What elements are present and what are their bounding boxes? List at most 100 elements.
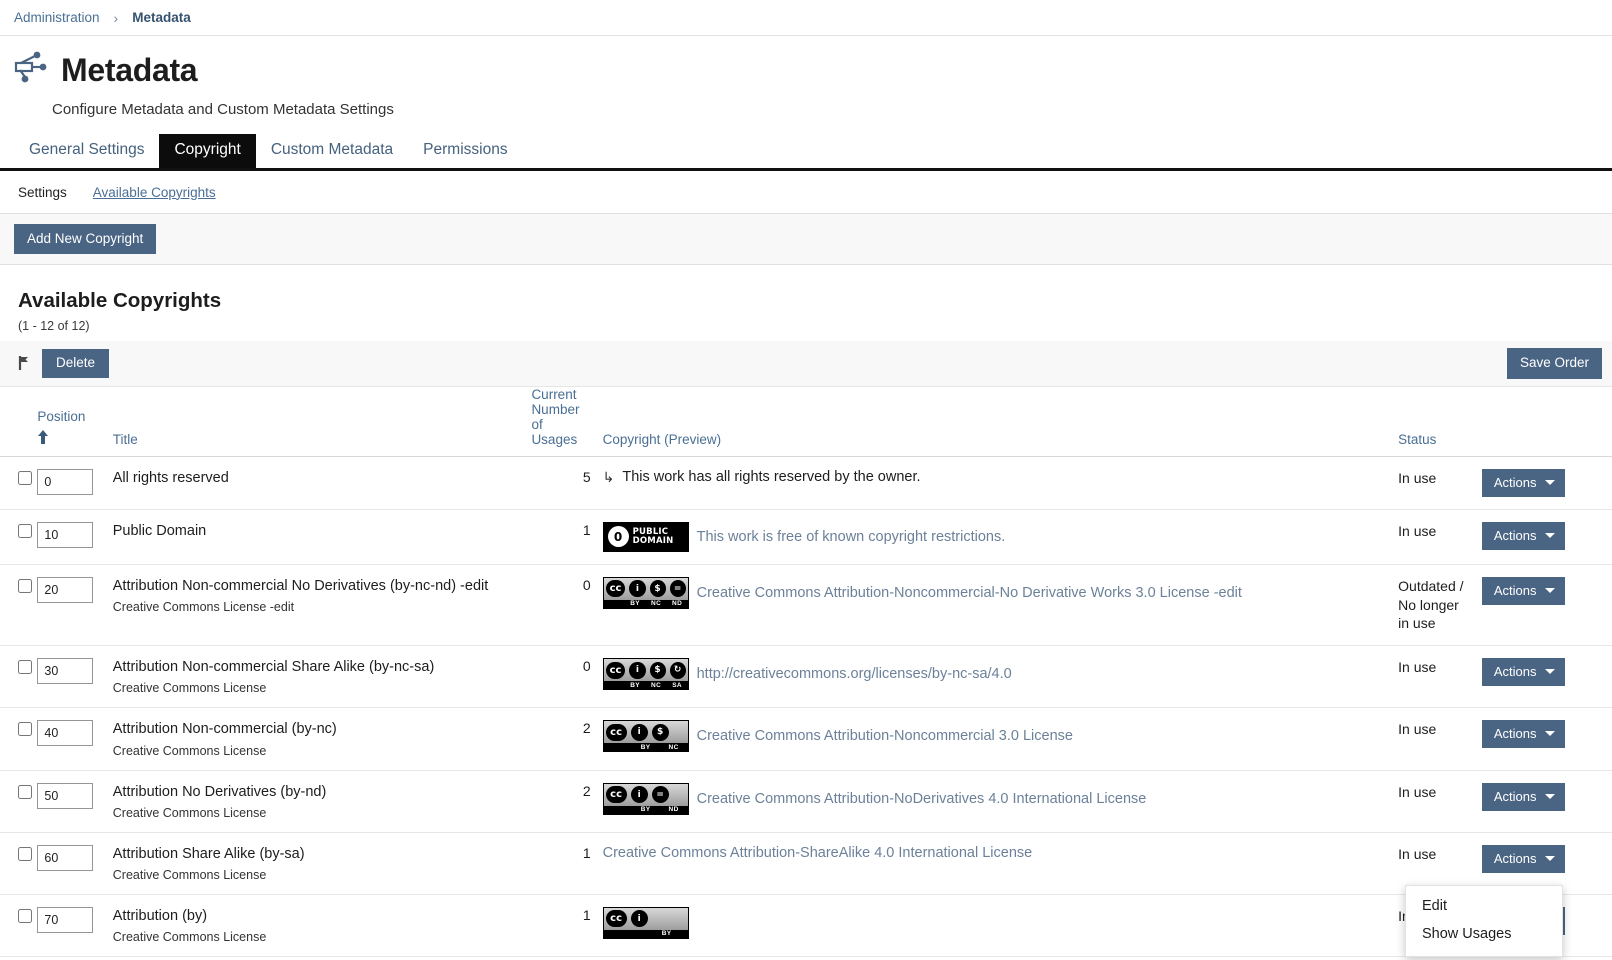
status-badge: Outdated / No longer in use: [1398, 577, 1470, 634]
position-input[interactable]: [37, 522, 93, 548]
breadcrumb-item-administration[interactable]: Administration: [14, 10, 100, 25]
position-input[interactable]: [37, 577, 93, 603]
preview-content: cci$BYNC Creative Commons Attribution-Non…: [603, 720, 1387, 752]
title-cell: Attribution (by)Creative Commons License: [107, 894, 526, 956]
preview-link[interactable]: Creative Commons Attribution-ShareAlike …: [603, 845, 1033, 861]
position-input[interactable]: [37, 907, 93, 933]
actions-button[interactable]: Actions: [1482, 845, 1565, 873]
table-row: Attribution Non-commercial (by-nc)Creati…: [0, 708, 1612, 770]
preview-cell: cciBY: [597, 894, 1393, 956]
usage-count: 2: [583, 720, 591, 736]
position-input[interactable]: [37, 783, 93, 809]
actions-button[interactable]: Actions: [1482, 522, 1565, 550]
move-arrow-icon[interactable]: [18, 355, 32, 371]
column-header-preview[interactable]: Copyright (Preview): [597, 387, 1393, 457]
preview-link[interactable]: Creative Commons Attribution-Noncommerci…: [697, 728, 1073, 744]
table-row: Attribution Non-commercial No Derivative…: [0, 564, 1612, 646]
add-new-copyright-button[interactable]: Add New Copyright: [14, 224, 156, 255]
column-header-position[interactable]: Position: [31, 387, 106, 457]
column-header-status[interactable]: Status: [1392, 387, 1476, 457]
dropdown-item-edit[interactable]: Edit: [1406, 892, 1562, 920]
position-cell: [31, 646, 106, 708]
row-select-checkbox[interactable]: [18, 909, 32, 923]
preview-content: cci=BYNDCreative Commons Attribution-NoD…: [603, 783, 1387, 815]
preview-content: cci$↻BYNCSAhttp://creativecommons.org/li…: [603, 658, 1387, 690]
share-nodes-icon: [14, 50, 48, 89]
position-cell: [31, 456, 106, 509]
status-cell: In use: [1392, 708, 1476, 770]
tab-custom-metadata[interactable]: Custom Metadata: [256, 134, 408, 168]
actions-button[interactable]: Actions: [1482, 577, 1565, 605]
column-header-title[interactable]: Title: [107, 387, 526, 457]
position-input[interactable]: [37, 845, 93, 871]
actions-cell: Actions: [1476, 708, 1612, 770]
status-badge: In use: [1398, 845, 1470, 864]
row-select-checkbox[interactable]: [18, 785, 32, 799]
preview-cell: Creative Commons Attribution-ShareAlike …: [597, 832, 1393, 894]
actions-button[interactable]: Actions: [1482, 720, 1565, 748]
toolbar: Add New Copyright: [0, 214, 1612, 266]
row-select-checkbox[interactable]: [18, 524, 32, 538]
subtab-settings[interactable]: Settings: [18, 185, 67, 200]
row-select-checkbox[interactable]: [18, 471, 32, 485]
table-action-bar: Delete Save Order: [0, 341, 1612, 387]
status-badge: In use: [1398, 469, 1470, 488]
row-select-checkbox[interactable]: [18, 660, 32, 674]
delete-button[interactable]: Delete: [42, 349, 109, 378]
usage-count-cell: 1: [525, 509, 596, 564]
tab-general-settings[interactable]: General Settings: [14, 134, 159, 168]
actions-button[interactable]: Actions: [1482, 783, 1565, 811]
status-badge: In use: [1398, 783, 1470, 802]
title-cell: All rights reserved: [107, 456, 526, 509]
usage-count: 1: [583, 845, 591, 861]
position-input[interactable]: [37, 469, 93, 495]
actions-cell: Actions: [1476, 456, 1612, 509]
chevron-down-icon: [1545, 588, 1555, 593]
actions-button[interactable]: Actions: [1482, 469, 1565, 497]
breadcrumb-item-metadata[interactable]: Metadata: [132, 10, 191, 25]
preview-link[interactable]: Creative Commons Attribution-NoDerivativ…: [697, 791, 1147, 807]
sub-tabs: Settings Available Copyrights: [0, 171, 1612, 214]
chevron-down-icon: [1545, 669, 1555, 674]
preview-link[interactable]: This work is free of known copyright res…: [697, 529, 1006, 545]
column-header-usages[interactable]: Current Number of Usages: [525, 387, 596, 457]
preview-link[interactable]: Creative Commons Attribution-Noncommerci…: [697, 585, 1242, 601]
tab-permissions[interactable]: Permissions: [408, 134, 522, 168]
position-input[interactable]: [37, 658, 93, 684]
usage-count: 5: [583, 469, 591, 485]
copyright-title: All rights reserved: [113, 469, 520, 487]
creative-commons-badge-icon: cciBY: [603, 907, 689, 939]
save-order-button[interactable]: Save Order: [1507, 348, 1602, 379]
position-input[interactable]: [37, 720, 93, 746]
row-select-checkbox[interactable]: [18, 847, 32, 861]
breadcrumb-separator-icon: ›: [114, 10, 119, 26]
preview-link[interactable]: http://creativecommons.org/licenses/by-n…: [697, 666, 1012, 682]
copyrights-table-wrapper: Position Title Current Number of Usages …: [0, 387, 1612, 957]
actions-dropdown-menu[interactable]: Edit Show Usages: [1405, 885, 1563, 957]
dropdown-item-show-usages[interactable]: Show Usages: [1406, 920, 1562, 948]
row-select-checkbox[interactable]: [18, 722, 32, 736]
preview-cell: cci=BYNDCreative Commons Attribution-NoD…: [597, 770, 1393, 832]
usage-count: 0: [583, 577, 591, 593]
preview-cell: ↳This work has all rights reserved by th…: [597, 456, 1393, 509]
position-cell: [31, 708, 106, 770]
table-row: Attribution (by)Creative Commons License…: [0, 894, 1612, 956]
tab-copyright[interactable]: Copyright: [159, 134, 255, 168]
row-select-cell: [0, 894, 31, 956]
actions-button[interactable]: Actions: [1482, 658, 1565, 686]
row-select-cell: [0, 509, 31, 564]
row-select-cell: [0, 564, 31, 646]
preview-cell: cci$↻BYNCSAhttp://creativecommons.org/li…: [597, 646, 1393, 708]
preview-cell: cci$BYNC Creative Commons Attribution-Non…: [597, 708, 1393, 770]
row-select-cell: [0, 832, 31, 894]
copyright-title: Attribution (by): [113, 907, 520, 925]
creative-commons-badge-icon: cci$BYNC: [603, 720, 689, 752]
copyright-subtitle: Creative Commons License -edit: [113, 600, 520, 614]
row-select-checkbox[interactable]: [18, 579, 32, 593]
page-header: Metadata Configure Metadata and Custom M…: [0, 36, 1612, 118]
status-cell: In use: [1392, 509, 1476, 564]
subtab-available-copyrights[interactable]: Available Copyrights: [93, 185, 216, 200]
sort-ascending-arrow-icon[interactable]: [37, 430, 100, 447]
usage-count: 2: [583, 783, 591, 799]
status-cell: Outdated / No longer in use: [1392, 564, 1476, 646]
